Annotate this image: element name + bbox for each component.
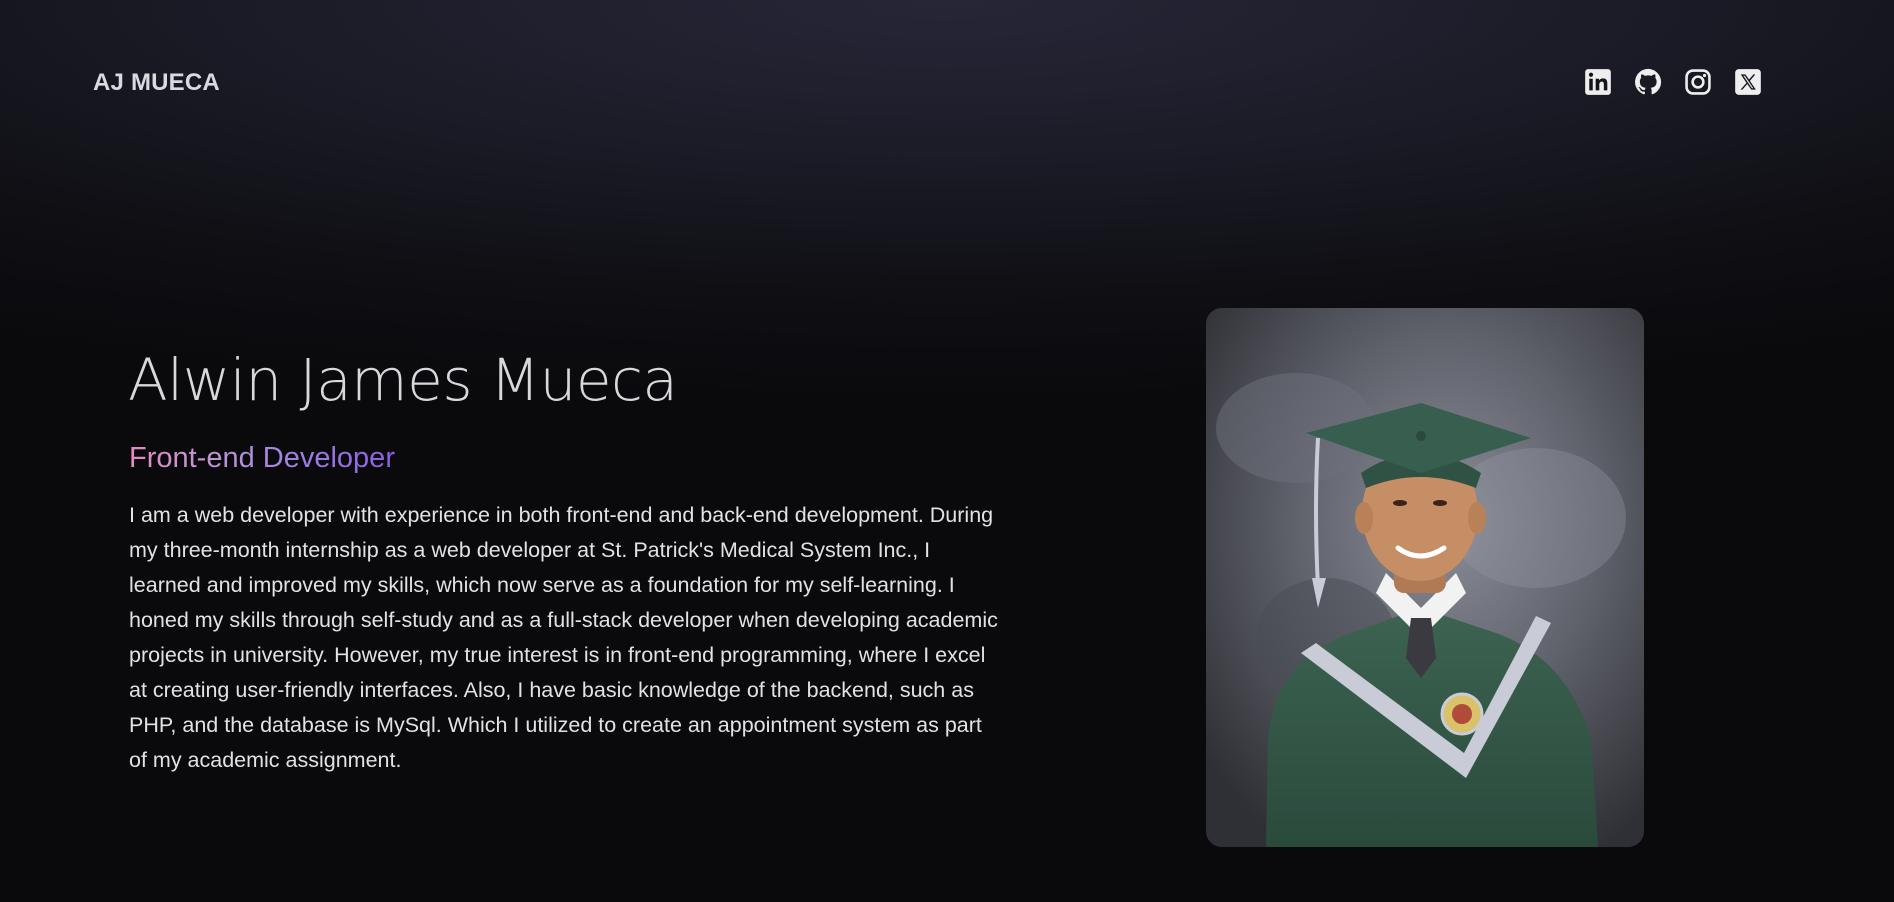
profile-photo: [1206, 308, 1644, 847]
social-links: [1584, 68, 1762, 96]
bio-paragraph: I am a web developer with experience in …: [129, 503, 998, 772]
linkedin-icon[interactable]: [1584, 68, 1612, 96]
brand-logo[interactable]: AJ MUECA: [93, 69, 220, 97]
job-title: Front-end Developer: [129, 442, 395, 474]
x-twitter-icon[interactable]: [1734, 68, 1762, 96]
hero-name: Alwin James Mueca: [128, 346, 678, 414]
github-icon[interactable]: [1634, 68, 1662, 96]
instagram-icon[interactable]: [1684, 68, 1712, 96]
